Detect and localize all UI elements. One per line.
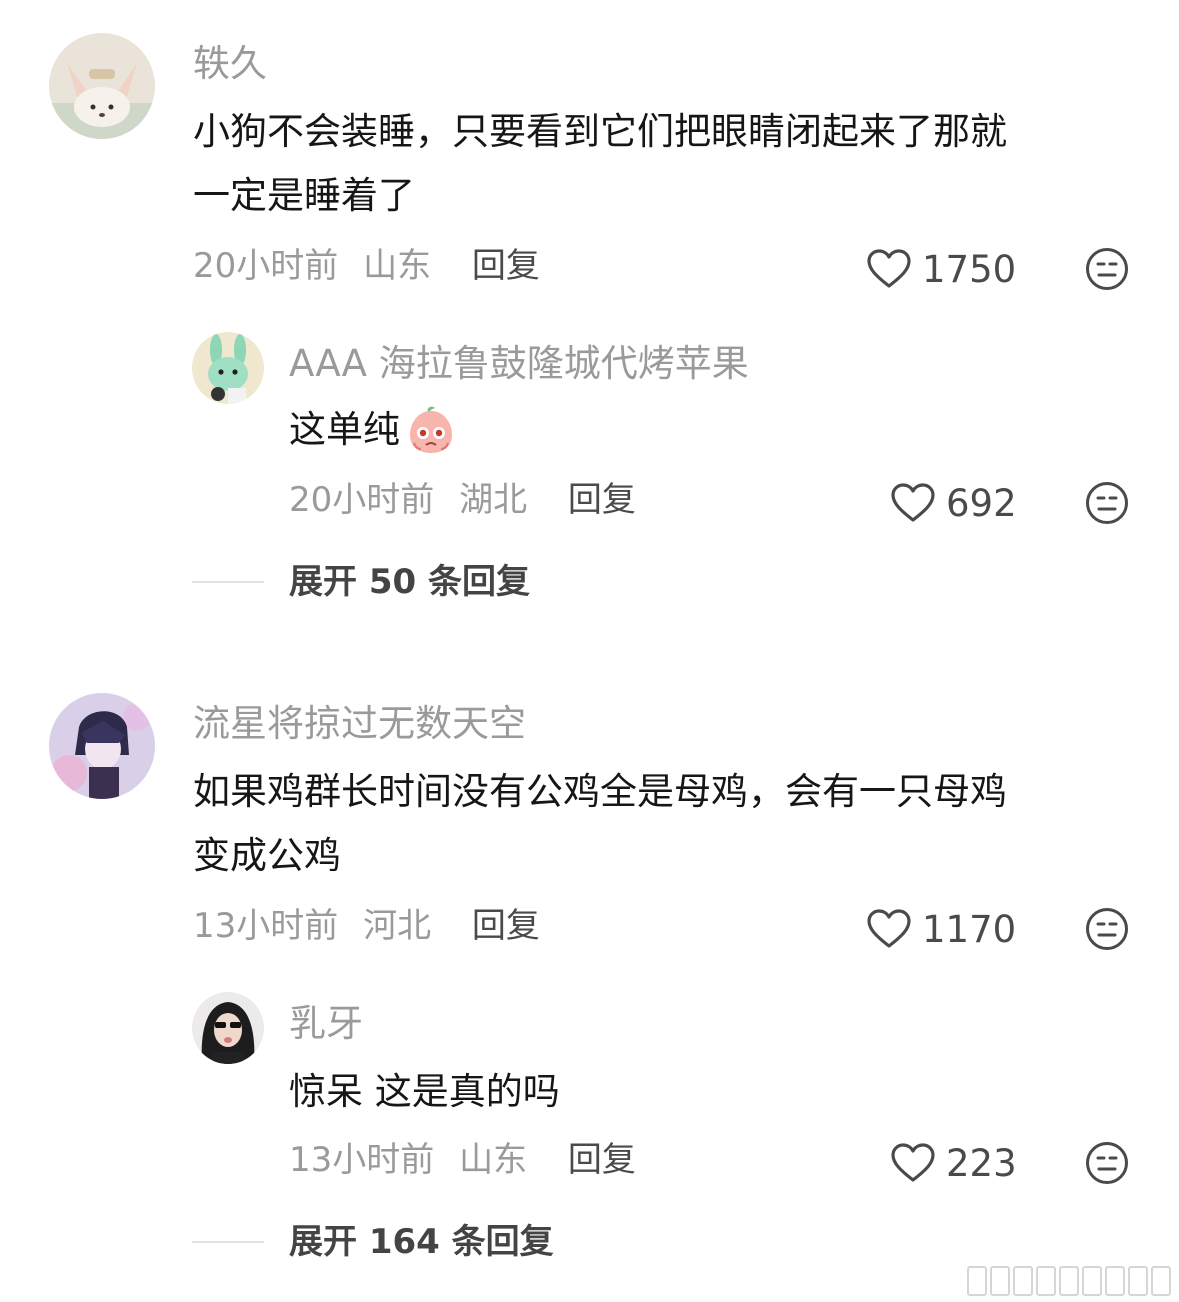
like-button[interactable]: 692 [890,482,1017,524]
anime-boy-avatar-image [49,693,155,799]
username[interactable]: 流星将掠过无数天空 [193,702,526,746]
girl-sunglasses-avatar-image [192,992,264,1064]
like-count: 223 [946,1141,1017,1185]
neutral-face-icon[interactable] [1085,1141,1129,1185]
timestamp: 13小时前 [193,906,339,946]
heart-outline-icon [891,483,935,522]
like-count: 1750 [922,247,1017,291]
like-button[interactable]: 223 [890,1142,1017,1184]
timestamp: 13小时前 [289,1140,435,1180]
comment-text-content: 这单纯 [289,408,400,451]
expand-divider [192,1241,264,1243]
neutral-face-icon[interactable] [1085,481,1129,525]
expand-replies-label[interactable]: 展开 164 条回复 [289,1222,554,1263]
watermark [967,1266,1171,1296]
fennec-fox-avatar-image [49,33,155,139]
username[interactable]: 乳牙 [289,1002,363,1046]
avatar[interactable] [49,33,155,139]
expand-divider [192,581,264,583]
location: 山东 [459,1140,528,1180]
like-count: 1170 [922,907,1017,951]
comment-meta: 20小时前 山东 回复 [193,246,540,287]
like-count: 692 [946,481,1017,525]
timestamp: 20小时前 [289,480,435,520]
heart-outline-icon [891,1143,935,1182]
heart-outline-icon [867,909,911,948]
avatar[interactable] [192,332,264,404]
like-button[interactable]: 1750 [866,248,1016,290]
avatar[interactable] [49,693,155,799]
username[interactable]: AAA 海拉鲁鼓隆城代烤苹果 [289,342,749,386]
reply-button[interactable]: 回复 [568,1140,636,1180]
timestamp: 20小时前 [193,246,339,286]
comment-text: 变成公鸡 [193,834,341,877]
reply-button[interactable]: 回复 [568,480,636,520]
heart-outline-icon [867,249,911,288]
neutral-face-icon[interactable] [1085,907,1129,951]
location: 山东 [363,246,432,286]
green-bunny-avatar-image [192,332,264,404]
comment-text: 小狗不会装睡，只要看到它们把眼睛闭起来了那就 [193,110,1007,153]
like-button[interactable]: 1170 [866,908,1016,950]
comment-meta: 13小时前 河北 回复 [193,906,540,947]
comment-meta: 13小时前 山东 回复 [289,1140,636,1181]
comment-meta: 20小时前 湖北 回复 [289,480,636,521]
expand-replies-label[interactable]: 展开 50 条回复 [289,562,530,603]
neutral-face-icon[interactable] [1085,247,1129,291]
location: 湖北 [459,480,528,520]
location: 河北 [363,906,432,946]
crying-peach-emoji [410,406,452,453]
username[interactable]: 轶久 [193,42,267,86]
comment-text: 这单纯 [289,398,458,462]
comment-text: 如果鸡群长时间没有公鸡全是母鸡，会有一只母鸡 [193,770,1007,813]
comment-text: 一定是睡着了 [193,174,415,217]
comment-text: 惊呆 这是真的吗 [289,1070,560,1113]
reply-button[interactable]: 回复 [472,906,540,946]
avatar[interactable] [192,992,264,1064]
reply-button[interactable]: 回复 [472,246,540,286]
